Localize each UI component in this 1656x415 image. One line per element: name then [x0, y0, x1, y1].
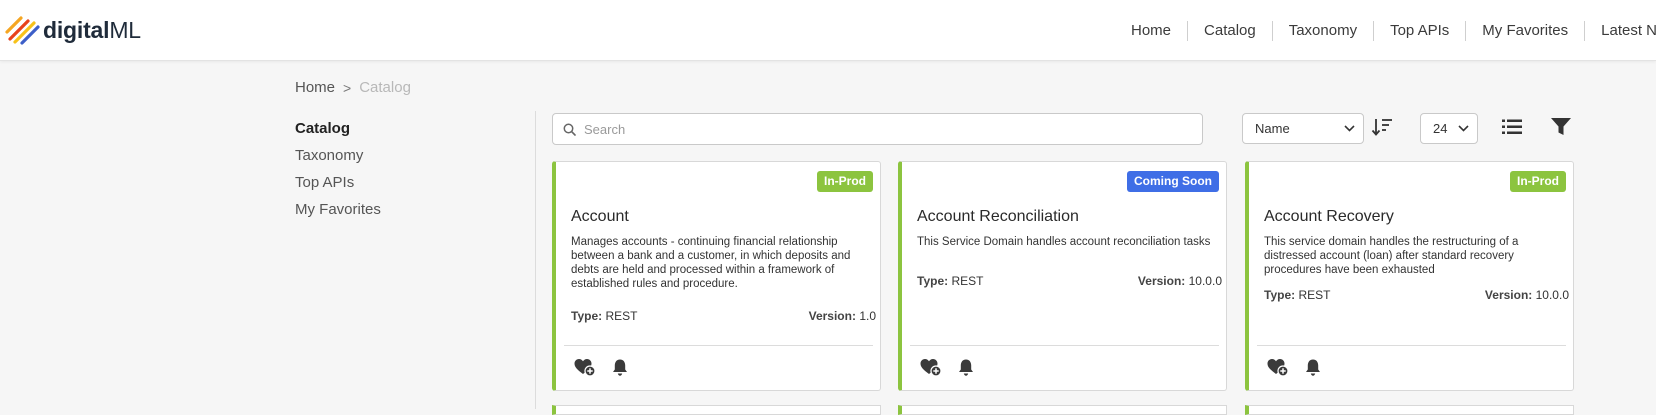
card-actions — [574, 358, 644, 377]
api-card-description: This service domain handles the restruct… — [1264, 236, 1519, 276]
api-version-label: Version: — [1484, 288, 1533, 302]
api-type: Type: REST — [571, 309, 637, 323]
bell-icon — [959, 359, 973, 376]
card-actions — [1267, 358, 1337, 377]
search-box — [552, 113, 1203, 145]
list-view-icon[interactable] — [1502, 118, 1522, 136]
top-navigation: Home Catalog Taxonomy Top APIs My Favori… — [1115, 0, 1656, 61]
api-card-description: This Service Domain handles account reco… — [917, 236, 1211, 248]
api-version-value: 10.0.0 — [1188, 274, 1222, 288]
breadcrumb-separator: > — [343, 79, 352, 96]
api-card[interactable] — [552, 405, 881, 415]
card-actions — [920, 358, 990, 377]
card-divider — [564, 345, 873, 346]
search-icon — [563, 123, 576, 136]
breadcrumb-current: Catalog — [359, 79, 411, 96]
topnav-home[interactable]: Home — [1115, 21, 1187, 41]
brand-name-rest: ML — [109, 16, 141, 43]
topnav-catalog[interactable]: Catalog — [1188, 21, 1272, 41]
api-card[interactable]: In-Prod Account Recovery This service do… — [1245, 161, 1574, 391]
api-version-value: 10.0.0 — [1535, 288, 1569, 302]
api-card[interactable]: Coming Soon Account Reconciliation This … — [898, 161, 1227, 391]
api-type: Type: REST — [917, 274, 983, 288]
sort-by-select[interactable]: Name — [1242, 113, 1364, 144]
add-favorite-button[interactable] — [574, 358, 596, 377]
topnav-top-apis[interactable]: Top APIs — [1374, 21, 1465, 41]
api-card-title[interactable]: Account Reconciliation — [917, 208, 1079, 226]
subscribe-button[interactable] — [612, 358, 628, 377]
api-card-title[interactable]: Account Recovery — [1264, 208, 1394, 226]
add-favorite-button[interactable] — [1267, 358, 1289, 377]
sidebar-item-catalog[interactable]: Catalog — [295, 115, 381, 142]
api-version: Version: 10.0.0 — [1138, 274, 1222, 288]
api-card-description: Manages accounts - continuing financial … — [571, 236, 851, 290]
sidebar-item-taxonomy[interactable]: Taxonomy — [295, 142, 381, 169]
api-card-meta: Type: REST Version: 10.0.0 — [1264, 288, 1569, 302]
card-divider — [1257, 345, 1566, 346]
api-card[interactable] — [898, 405, 1227, 415]
page-size-select[interactable]: 24 — [1420, 113, 1478, 144]
api-type-label: Type: — [1264, 288, 1296, 302]
breadcrumb-home[interactable]: Home — [295, 79, 335, 96]
api-card[interactable] — [1245, 405, 1574, 415]
api-card-title[interactable]: Account — [571, 208, 629, 226]
api-type: Type: REST — [1264, 288, 1330, 302]
filter-icon[interactable] — [1551, 118, 1571, 136]
api-type-value: REST — [951, 274, 984, 288]
top-header: digitalML Home Catalog Taxonomy Top APIs… — [0, 0, 1656, 61]
api-type-value: REST — [1298, 288, 1331, 302]
bell-icon — [613, 359, 627, 376]
chevron-down-icon — [1458, 125, 1469, 132]
api-card-meta: Type: REST Version: 1.0 — [571, 309, 876, 323]
status-badge: Coming Soon — [1127, 171, 1219, 192]
digitalml-logo-icon — [5, 16, 40, 45]
card-divider — [910, 345, 1219, 346]
heart-plus-icon — [1267, 359, 1289, 377]
subscribe-button[interactable] — [958, 358, 974, 377]
heart-plus-icon — [920, 359, 942, 377]
api-version: Version: 10.0.0 — [1485, 288, 1569, 302]
api-version-label: Version: — [808, 309, 856, 323]
api-version: Version: 1.0 — [809, 309, 876, 323]
subscribe-button[interactable] — [1305, 358, 1321, 377]
api-card[interactable]: In-Prod Account Manages accounts - conti… — [552, 161, 881, 391]
page-size-value: 24 — [1433, 121, 1448, 136]
topnav-taxonomy[interactable]: Taxonomy — [1273, 21, 1373, 41]
sidebar-item-top-apis[interactable]: Top APIs — [295, 169, 381, 196]
add-favorite-button[interactable] — [920, 358, 942, 377]
search-input[interactable] — [576, 115, 1202, 143]
chevron-down-icon — [1344, 125, 1355, 132]
sidebar: Catalog Taxonomy Top APIs My Favorites — [295, 115, 381, 223]
sort-descending-icon[interactable] — [1371, 117, 1393, 137]
api-version-value: 1.0 — [859, 309, 876, 323]
topnav-latest[interactable]: Latest N — [1585, 21, 1656, 41]
api-type-label: Type: — [917, 274, 949, 288]
api-card-meta: Type: REST Version: 10.0.0 — [917, 274, 1222, 288]
bell-icon — [1306, 359, 1320, 376]
status-badge: In-Prod — [817, 171, 873, 192]
brand-name: digitalML — [43, 17, 141, 44]
status-badge: In-Prod — [1510, 171, 1566, 192]
topnav-my-favorites[interactable]: My Favorites — [1466, 21, 1584, 41]
content-divider — [535, 111, 536, 409]
api-version-label: Version: — [1137, 274, 1186, 288]
breadcrumb: Home > Catalog — [295, 79, 411, 96]
api-type-label: Type: — [571, 309, 603, 323]
sort-by-value: Name — [1255, 121, 1290, 136]
brand-logo[interactable]: digitalML — [4, 12, 141, 48]
heart-plus-icon — [574, 359, 596, 377]
api-type-value: REST — [605, 309, 638, 323]
sidebar-item-my-favorites[interactable]: My Favorites — [295, 196, 381, 223]
brand-name-strong: digital — [43, 16, 110, 43]
